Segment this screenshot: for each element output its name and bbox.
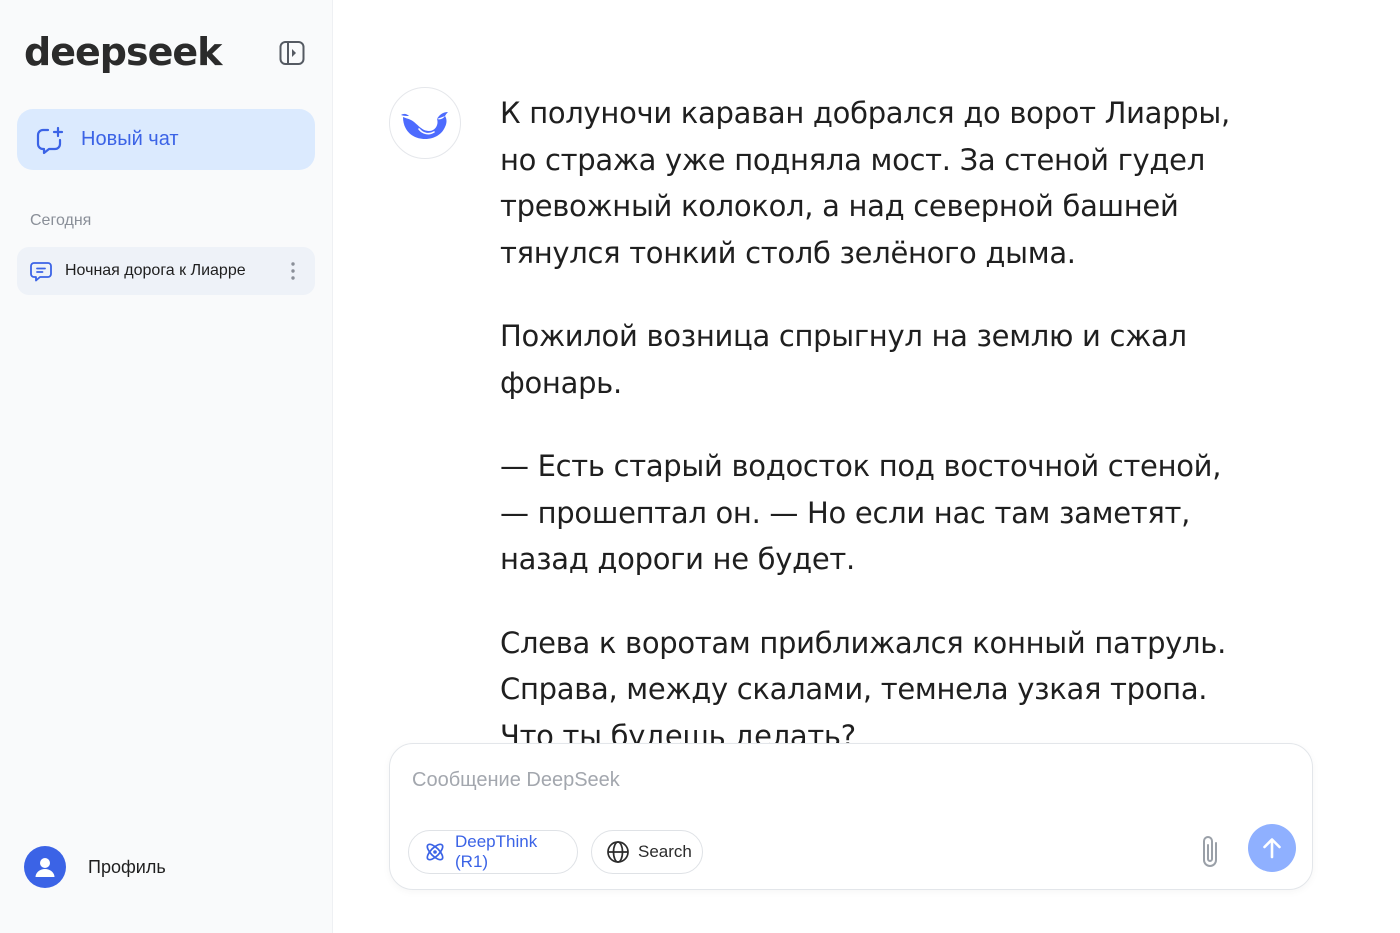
new-chat-label: Новый чат [81,128,179,150]
search-toggle[interactable]: Search [591,830,703,874]
chat-bubble-icon [29,259,53,283]
chat-plus-icon [35,125,65,155]
send-button[interactable] [1248,824,1296,872]
message-paragraph: — Есть старый водосток под восточной сте… [500,449,1222,576]
user-icon [35,858,55,877]
app-window: deepseek Новый чат Сегодня Ночная дорога… [0,0,1400,933]
message-composer: DeepThink (R1) Search [389,743,1313,890]
more-vertical-icon[interactable] [281,259,305,283]
new-chat-button[interactable]: Новый чат [17,109,315,170]
globe-icon [606,840,630,864]
sidebar: deepseek Новый чат Сегодня Ночная дорога… [0,0,333,933]
message-paragraph: Пожилой возница спрыгнул на землю и сжал… [500,319,1187,400]
paperclip-icon [1203,836,1217,867]
logo: deepseek [24,30,222,74]
history-section-today: Сегодня [30,212,92,229]
history-item[interactable]: Ночная дорога к Лиарре [17,247,315,295]
arrow-up-icon [1263,838,1281,859]
deepthink-toggle[interactable]: DeepThink (R1) [408,830,578,874]
search-label: Search [638,842,692,861]
atom-icon [423,840,447,864]
profile-button[interactable]: Профиль [24,845,166,889]
sidebar-toggle-icon [279,41,305,65]
message-paragraph: К полуночи караван добрался до ворот Лиа… [500,96,1230,270]
message-input[interactable] [412,766,1112,794]
profile-label: Профиль [88,856,166,877]
assistant-avatar [389,87,461,159]
assistant-message: К полуночи караван добрался до ворот Лиа… [500,90,1240,759]
avatar [24,846,66,888]
deepthink-label: DeepThink (R1) [455,832,538,871]
history-item-title: Ночная дорога к Лиарре [65,262,246,279]
chat-area: К полуночи караван добрался до ворот Лиа… [333,0,1400,933]
message-paragraph: Слева к воротам приближался конный патру… [500,625,1226,753]
attach-button[interactable] [1195,832,1225,872]
whale-icon [401,112,448,139]
sidebar-toggle-button[interactable] [278,39,306,67]
